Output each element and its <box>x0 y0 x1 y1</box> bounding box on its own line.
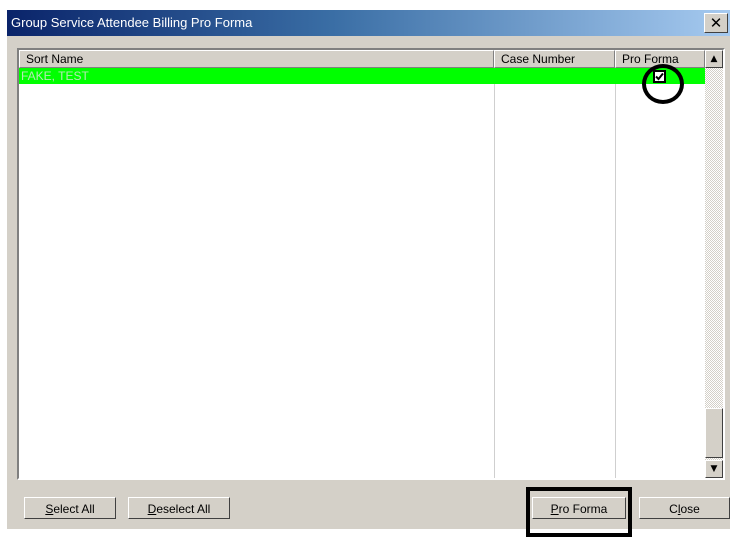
column-divider <box>494 68 495 478</box>
scroll-up-icon[interactable]: ▲ <box>705 50 723 68</box>
scroll-down-icon[interactable]: ▼ <box>705 460 723 478</box>
list-header: Sort Name Case Number Pro Forma <box>19 50 705 68</box>
select-all-button[interactable]: Select All <box>24 497 116 519</box>
deselect-all-label: eselect All <box>156 502 211 516</box>
annotation-circle <box>642 64 684 104</box>
deselect-all-button[interactable]: Deselect All <box>128 497 230 519</box>
column-header-sort-name[interactable]: Sort Name <box>19 50 494 68</box>
cell-sort-name: FAKE, TEST <box>21 69 89 83</box>
close-window-button[interactable]: ✕ <box>704 13 728 33</box>
title-bar[interactable]: Group Service Attendee Billing Pro Forma… <box>7 10 730 36</box>
deselect-all-mnemonic: D <box>147 502 157 516</box>
annotation-rectangle <box>526 487 632 537</box>
close-label-start: C <box>669 502 678 516</box>
column-header-case-number[interactable]: Case Number <box>494 50 615 68</box>
select-all-label: elect All <box>53 502 95 516</box>
attendee-list[interactable]: Sort Name Case Number Pro Forma FAKE, TE… <box>17 48 725 480</box>
vertical-scrollbar[interactable]: ▲ ▼ <box>705 50 723 478</box>
table-row[interactable]: FAKE, TEST <box>19 68 705 84</box>
close-button[interactable]: Close <box>639 497 730 519</box>
scroll-thumb[interactable] <box>705 408 723 458</box>
close-label-end: ose <box>680 502 700 516</box>
column-divider <box>615 68 616 478</box>
window-title: Group Service Attendee Billing Pro Forma <box>11 15 253 30</box>
